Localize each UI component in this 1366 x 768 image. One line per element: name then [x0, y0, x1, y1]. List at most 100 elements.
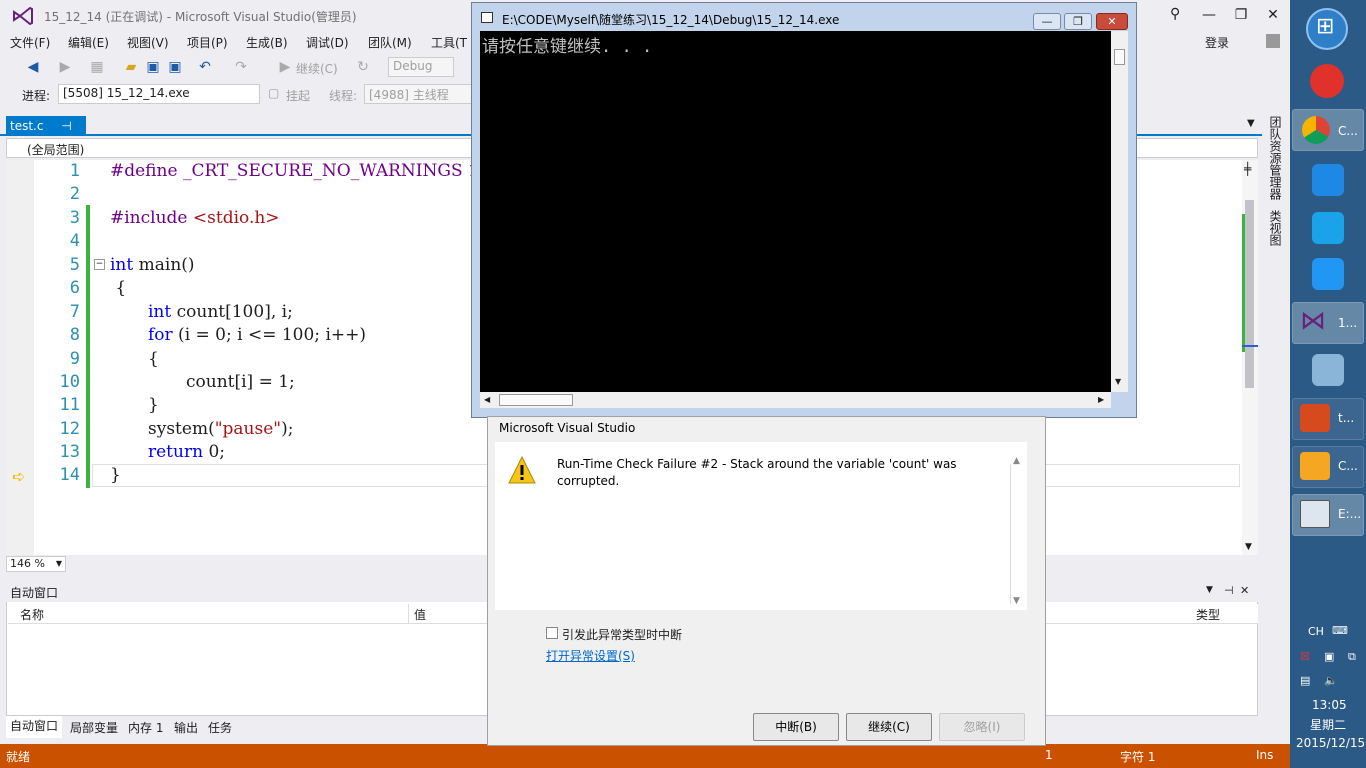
pencil-app-icon[interactable] — [1312, 164, 1344, 196]
back-icon[interactable]: ◀ — [24, 58, 42, 76]
network-error-icon[interactable]: ☒ — [1300, 650, 1310, 663]
menu-team[interactable]: 团队(M) — [368, 34, 412, 51]
editor-vertical-scrollbar[interactable]: ╪ ▼ — [1242, 160, 1258, 555]
minimize-button[interactable]: — — [1194, 4, 1224, 26]
scroll-down-icon[interactable]: ▼ — [1013, 596, 1020, 606]
paint-icon[interactable] — [1312, 354, 1344, 386]
split-icon[interactable]: ╪ — [1244, 162, 1251, 176]
line-number: 7 — [69, 302, 80, 322]
clock-weekday[interactable]: 星期二 — [1310, 716, 1346, 733]
console-maximize-button[interactable]: ❐ — [1064, 13, 1092, 30]
chrome-icon — [1302, 116, 1330, 144]
config-select[interactable]: Debug — [388, 57, 454, 77]
suspend-icon[interactable]: ▢ — [268, 86, 279, 100]
column-type-header[interactable]: 类型 — [1196, 606, 1220, 623]
scroll-left-icon[interactable]: ◀ — [484, 395, 490, 404]
keyboard-icon[interactable]: ⌨ — [1332, 624, 1348, 637]
menu-build[interactable]: 生成(B) — [246, 34, 288, 51]
scroll-up-icon[interactable]: ▲ — [1013, 456, 1020, 466]
open-file-icon[interactable]: ▰ — [122, 58, 140, 76]
suspend-button[interactable]: 挂起 — [286, 87, 310, 104]
netease-music-icon[interactable] — [1310, 64, 1344, 98]
code-line-9: { — [148, 349, 159, 369]
process-select[interactable]: [5508] 15_12_14.exe — [58, 84, 260, 104]
tray-copy-icon[interactable]: ⧉ — [1348, 650, 1356, 664]
action-center-icon[interactable]: ▤ — [1300, 674, 1310, 687]
console-minimize-button[interactable]: — — [1033, 13, 1061, 30]
save-all-icon[interactable]: ▣ — [166, 58, 184, 76]
clock-time[interactable]: 13:05 — [1312, 698, 1347, 712]
warning-icon — [508, 455, 536, 484]
menu-file[interactable]: 文件(F) — [10, 34, 50, 51]
save-icon[interactable]: ▣ — [144, 58, 162, 76]
search-icon[interactable]: ⚲ — [1170, 6, 1180, 22]
pin-icon[interactable]: ⊣ — [1224, 584, 1234, 597]
refresh-icon[interactable]: ↻ — [354, 58, 372, 76]
tray-app-icon[interactable]: ▣ — [1324, 650, 1334, 663]
forward-icon[interactable]: ▶ — [56, 58, 74, 76]
continue-button[interactable]: 继续(C) — [846, 713, 932, 741]
ignore-button[interactable]: 忽略(I) — [939, 713, 1025, 741]
code-line-8: for (i = 0; i <= 100; i++) — [148, 325, 366, 345]
collapse-toggle-icon[interactable]: − — [94, 259, 105, 270]
visual-studio-icon: ⋈ — [1300, 306, 1326, 336]
scroll-down-icon[interactable]: ▼ — [1115, 377, 1121, 386]
class-view-tab[interactable]: 类视图 — [1267, 210, 1284, 246]
console-vertical-scrollbar[interactable]: ▼ — [1111, 31, 1128, 392]
tab-autos[interactable]: 自动窗口 — [6, 716, 63, 738]
scroll-thumb[interactable] — [1245, 200, 1254, 388]
volume-icon[interactable]: 🔈 — [1324, 674, 1338, 687]
new-project-icon[interactable]: ▦ — [88, 58, 106, 76]
break-button[interactable]: 中断(B) — [753, 713, 839, 741]
menu-edit[interactable]: 编辑(E) — [68, 34, 109, 51]
tab-test-c[interactable]: test.c ⊣ ✕ — [6, 116, 86, 147]
column-divider[interactable] — [408, 604, 409, 624]
tab-output[interactable]: 输出 — [170, 719, 202, 736]
status-col: 1 — [1045, 748, 1053, 762]
scrollbar-track[interactable] — [1010, 464, 1011, 604]
break-on-exception-checkbox[interactable] — [546, 627, 558, 639]
scroll-thumb[interactable] — [499, 394, 573, 406]
continue-icon[interactable]: ▶ — [276, 58, 294, 76]
column-value-header[interactable]: 值 — [414, 606, 426, 623]
menu-debug[interactable]: 调试(D) — [306, 34, 349, 51]
scroll-thumb[interactable] — [1114, 49, 1125, 65]
console-text: 请按任意键继续. . . — [482, 37, 653, 57]
console-output-area[interactable] — [480, 31, 1111, 392]
redo-icon[interactable]: ↷ — [232, 58, 250, 76]
tab-memory[interactable]: 内存 1 — [124, 719, 167, 736]
language-indicator[interactable]: CH — [1308, 625, 1324, 638]
continue-button[interactable]: 继续(C) — [296, 60, 338, 77]
menu-project[interactable]: 项目(P) — [187, 34, 228, 51]
account-icon[interactable] — [1266, 34, 1280, 48]
scroll-down-icon[interactable]: ▼ — [1245, 542, 1252, 552]
process-label: 进程: — [22, 89, 51, 103]
team-explorer-tab[interactable]: 团队资源管理器 — [1267, 116, 1284, 200]
baidu-cloud-icon[interactable] — [1312, 258, 1344, 290]
line-number: 10 — [59, 372, 80, 392]
taskbar-label: E:... — [1338, 507, 1362, 521]
close-icon[interactable]: ✕ — [1240, 584, 1249, 597]
tab-locals[interactable]: 局部变量 — [66, 719, 122, 736]
menu-view[interactable]: 视图(V) — [127, 34, 169, 51]
close-button[interactable]: ✕ — [1258, 4, 1288, 26]
console-close-button[interactable]: ✕ — [1096, 13, 1128, 30]
column-name-header[interactable]: 名称 — [20, 606, 44, 623]
menu-tools[interactable]: 工具(T — [431, 34, 467, 51]
tab-overflow-icon[interactable]: ▼ — [1247, 118, 1255, 129]
thread-select[interactable]: [4988] 主线程 — [364, 84, 472, 104]
undo-icon[interactable]: ↶ — [196, 58, 214, 76]
qq-browser-icon[interactable] — [1312, 212, 1344, 244]
pin-icon[interactable]: ⊣ — [61, 119, 71, 133]
open-exception-settings-link[interactable]: 打开异常设置(S) — [546, 647, 635, 664]
login-link[interactable]: 登录 — [1205, 34, 1229, 51]
window-menu-icon[interactable]: ▼ — [1206, 585, 1213, 595]
scroll-right-icon[interactable]: ▶ — [1098, 395, 1104, 404]
zoom-select[interactable]: 146 % ▼ — [6, 556, 66, 572]
break-on-exception-label: 引发此异常类型时中断 — [562, 628, 683, 642]
clock-date[interactable]: 2015/12/15 — [1296, 736, 1365, 750]
maximize-button[interactable]: ❐ — [1226, 4, 1256, 26]
console-horizontal-scrollbar[interactable]: ◀ ▶ — [480, 392, 1111, 408]
tab-tasks[interactable]: 任务 — [204, 719, 236, 736]
code-line-12: system("pause"); — [148, 419, 294, 439]
